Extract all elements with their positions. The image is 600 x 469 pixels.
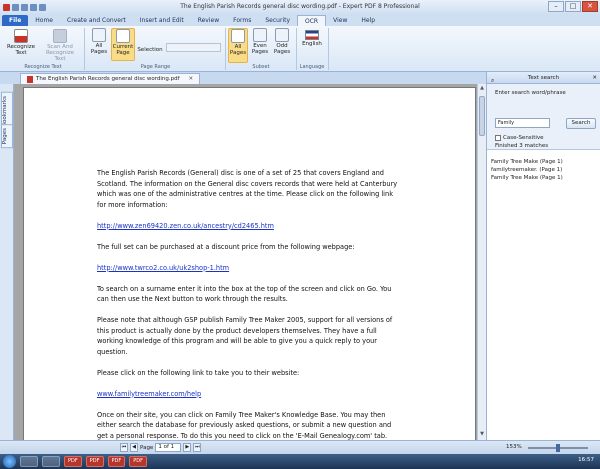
paragraph: Please note that although GSP publish Fa… [97,316,393,356]
search-button[interactable]: Search [566,118,596,129]
pages-icon [231,29,245,43]
ocr-icon [14,29,28,43]
group-page-range-label: Page Range [140,64,171,70]
taskbar-explorer-icon[interactable] [20,456,38,467]
case-sensitive-checkbox[interactable]: Case-Sensitive [495,135,544,141]
document-tab-bar: The English Parish Records general disc … [0,72,486,84]
ribbon-tabs: File Home Create and Convert Insert and … [0,14,600,26]
scroll-thumb[interactable] [479,96,485,136]
tab-view[interactable]: View [326,15,354,26]
all-pages-range-button[interactable]: All Pages [88,28,110,55]
taskbar: PDF PDF PDF PDF 16:57 [0,454,600,469]
uk-flag-icon [305,30,319,40]
separator [225,28,226,70]
scanner-icon [53,29,67,43]
scroll-up-icon[interactable]: ▲ [479,85,485,93]
list-item[interactable]: familytreemaker. (Page 1) [491,166,596,174]
taskbar-pdf-item[interactable]: PDF [129,456,147,467]
separator [84,28,85,70]
page-content: The English Parish Records (General) dis… [97,168,402,440]
tab-create-convert[interactable]: Create and Convert [60,15,133,26]
next-page-icon[interactable]: ▶ [183,443,192,452]
title-bar: The English Parish Records general disc … [0,0,600,14]
recognize-text-button[interactable]: Recognize Text [4,29,38,56]
separator [296,28,297,70]
search-status: Finished 3 matches [495,143,549,149]
taskbar-pdf-item[interactable]: PDF [85,456,104,467]
list-item[interactable]: Family Tree Make (Page 1) [491,174,596,182]
selection-button[interactable]: Selection [137,47,163,53]
even-pages-icon [253,28,267,42]
hyperlink[interactable]: http://www.twrco2.co.uk/uk2shop-1.htm [97,264,229,272]
current-page-button[interactable]: Current Page [111,28,135,61]
vertical-scrollbar[interactable]: ▲ ▼ [477,84,486,440]
close-tab-icon[interactable]: ✕ [189,74,194,84]
zoom-level: 153% [506,444,522,450]
tab-pages[interactable]: Pages [1,124,13,149]
paragraph: To search on a surname enter it into the… [97,284,392,304]
paragraph: Once on their site, you can click on Fam… [97,410,392,440]
subset-all-pages-button[interactable]: All Pages [228,28,248,63]
tab-review[interactable]: Review [191,15,226,26]
taskbar-pdf-item[interactable]: PDF [64,456,82,467]
group-subset-label: Subset [252,64,270,70]
search-results-list: Family Tree Make (Page 1) familytreemake… [487,150,600,190]
group-language-label: Language [299,64,325,70]
scan-recognize-button[interactable]: Scan And Recognize Text [40,29,80,62]
tab-ocr[interactable]: OCR [297,15,327,26]
tab-security[interactable]: Security [258,15,297,26]
minimize-button[interactable]: – [548,1,564,12]
taskbar-pdf-item[interactable]: PDF [107,456,126,467]
hyperlink[interactable]: http://www.zen69420.zen.co.uk/ancestry/c… [97,222,274,230]
last-page-icon[interactable]: ⏭ [193,443,202,452]
maximize-button[interactable]: □ [565,1,581,12]
start-button[interactable] [3,455,16,468]
page-number-input[interactable]: 1 of 1 [155,443,182,452]
checkbox-icon[interactable] [495,135,501,141]
close-button[interactable]: ✕ [582,1,598,12]
search-input[interactable]: Family [495,118,550,128]
separator [328,28,329,70]
search-label: Enter search word/phrase [495,90,566,96]
pdf-file-icon [27,75,33,83]
pdf-page: The English Parish Records (General) dis… [23,87,476,440]
close-panel-icon[interactable]: ✕ [592,72,597,84]
left-panel: Bookmarks Pages [0,84,14,440]
page-navigation: ⏮ ◀ Page 1 of 1 ▶ ⏭ [120,443,202,452]
ribbon: Recognize Text Scan And Recognize Text R… [0,26,600,72]
hyperlink[interactable]: www.familytreemaker.com/help [97,390,201,398]
paragraph: The English Parish Records (General) dis… [97,169,398,209]
paragraph: Please click on the following link to ta… [97,368,300,377]
window-title: The English Parish Records general disc … [180,3,420,10]
pages-icon [92,28,106,42]
page-label: Page [140,444,154,451]
tab-help[interactable]: Help [354,15,382,26]
clock: 16:57 [578,457,594,463]
document-viewport[interactable]: The English Parish Records (General) dis… [14,84,477,440]
taskbar-browser-icon[interactable] [42,456,60,467]
scroll-down-icon[interactable]: ▼ [479,431,485,439]
tab-home[interactable]: Home [28,15,60,26]
list-item[interactable]: Family Tree Make (Page 1) [491,158,596,166]
search-panel-header: ⌕ Text search ✕ [487,72,600,84]
status-bar: ⏮ ◀ Page 1 of 1 ▶ ⏭ 153% [0,440,600,454]
prev-page-icon[interactable]: ◀ [130,443,138,452]
paragraph: The full set can be purchased at a disco… [97,242,355,251]
page-icon [116,29,130,43]
tab-file[interactable]: File [2,15,29,26]
tab-insert-edit[interactable]: Insert and Edit [133,15,191,26]
odd-pages-button[interactable]: Odd Pages [272,28,292,55]
zoom-slider[interactable] [528,444,588,452]
first-page-icon[interactable]: ⏮ [120,443,128,452]
page-range-input[interactable] [166,43,221,52]
zoom-slider-handle[interactable] [556,444,560,452]
odd-pages-icon [275,28,289,42]
tab-forms[interactable]: Forms [226,15,258,26]
even-pages-button[interactable]: Even Pages [250,28,270,55]
language-dropdown[interactable]: English [299,28,325,47]
text-search-panel: ⌕ Text search ✕ Enter search word/phrase… [486,72,600,440]
document-tab[interactable]: The English Parish Records general disc … [20,73,201,84]
group-recognize-label: Recognize Text [24,64,62,70]
